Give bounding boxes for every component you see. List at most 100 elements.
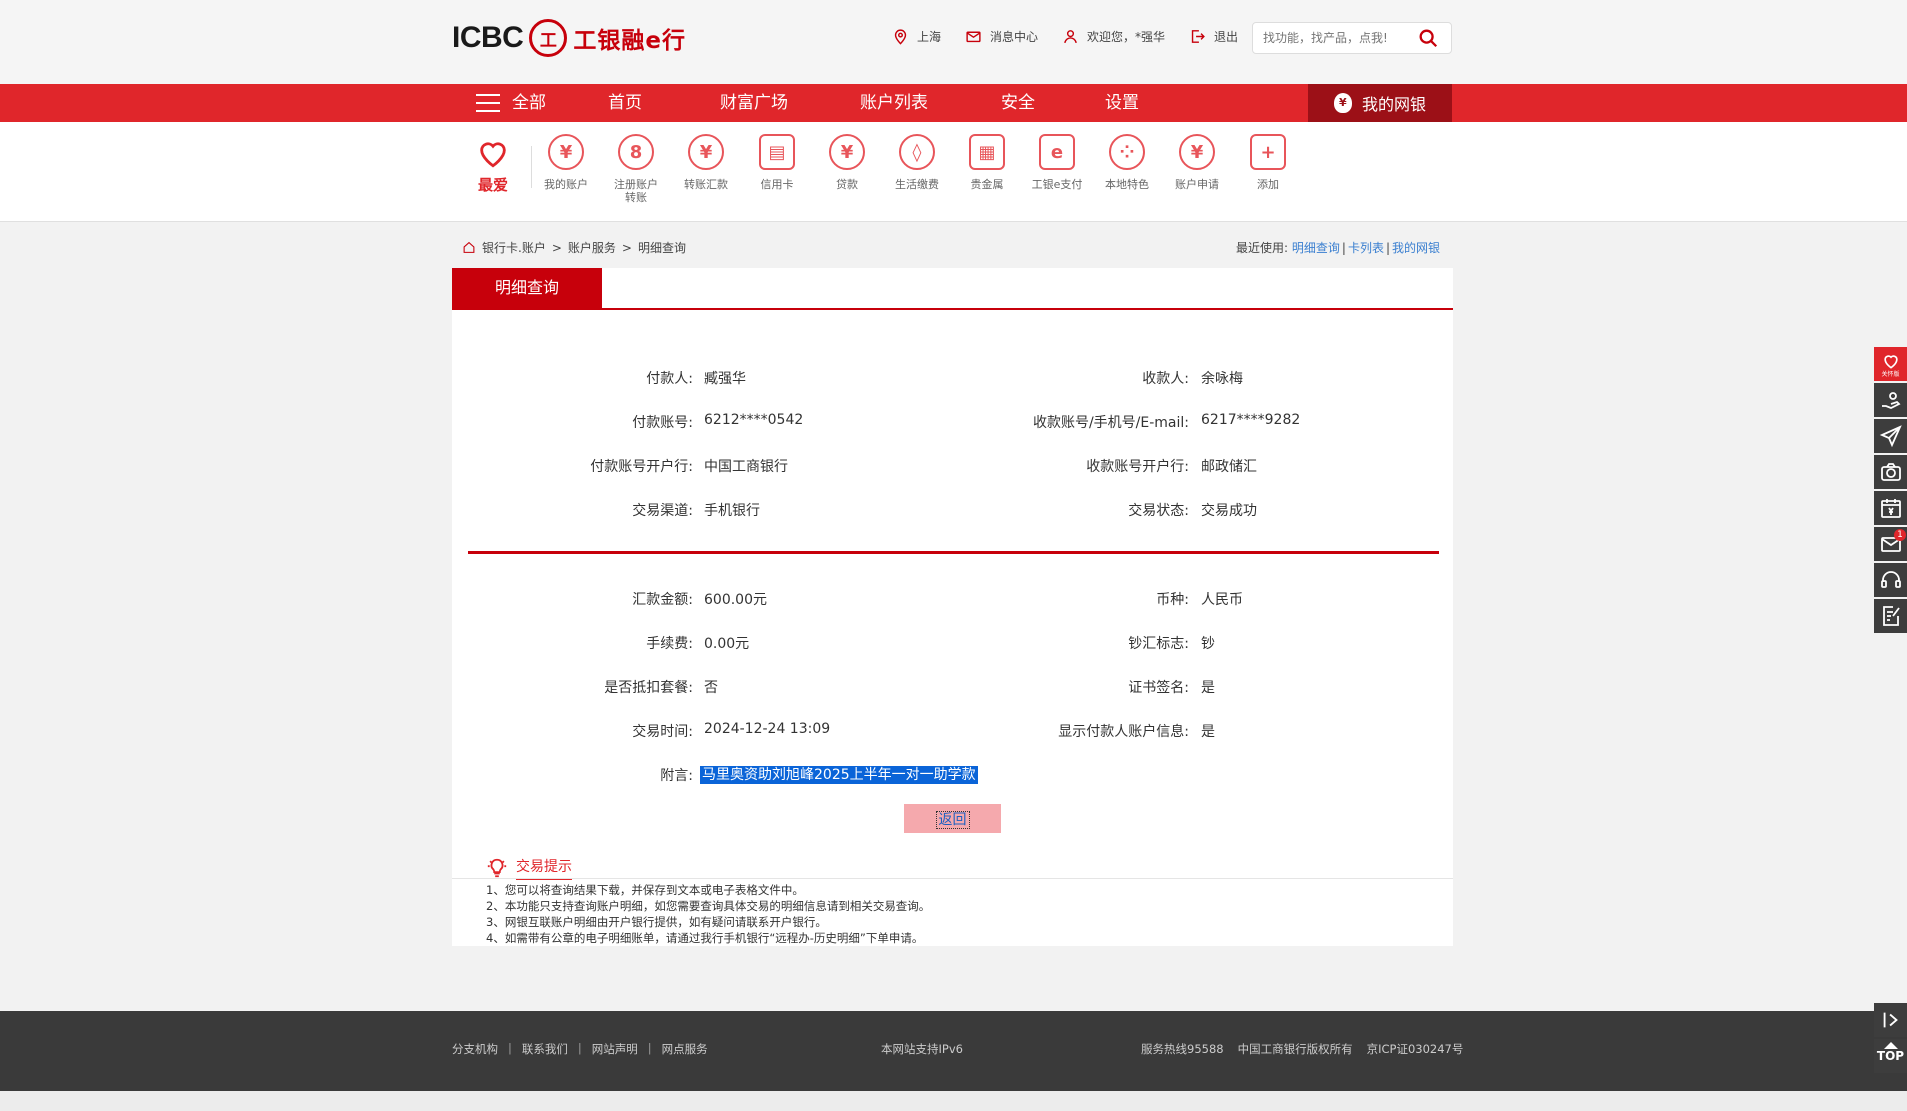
- message-count-badge: 1: [1894, 529, 1906, 541]
- nav-item-security[interactable]: 安全: [1001, 84, 1035, 122]
- nav-item-account-list[interactable]: 账户列表: [860, 84, 928, 122]
- sidebar-feedback-button[interactable]: [1874, 599, 1907, 633]
- field-label: 收款账号/手机号/E-mail:: [1032, 415, 1189, 431]
- bottom-strip: [0, 1091, 1907, 1111]
- footer-links: 分支机构 | 联系我们 | 网站声明 | 网点服务: [452, 1041, 708, 1057]
- my-netbank-label: 我的网银: [1362, 95, 1427, 114]
- money-bag-icon: ¥: [829, 134, 865, 170]
- edit-note-icon: [1882, 606, 1900, 626]
- memo-value-wrap: 马里奥资助刘旭峰2025上半年一对一助学款: [700, 764, 978, 784]
- nav-item-settings[interactable]: 设置: [1105, 84, 1139, 122]
- tip-item: 2、本功能只支持查询账户明细，如您需要查询具体交易的明细信息请到相关交易查询。: [486, 899, 931, 913]
- sidebar-hand-button[interactable]: [1874, 383, 1907, 417]
- field-label: 汇款金额:: [632, 592, 693, 608]
- recent-link-detail-query[interactable]: 明细查询: [1292, 241, 1340, 255]
- payee-bank-value: 邮政储汇: [1201, 459, 1257, 475]
- logo-text: ICBC: [452, 21, 524, 54]
- field-label: 交易时间:: [632, 724, 693, 740]
- quick-utility-payment[interactable]: ◊ 生活缴费: [883, 134, 951, 191]
- field-label: 证书签名:: [1128, 680, 1189, 696]
- back-button-label: 返回: [935, 810, 970, 829]
- care-mode-button[interactable]: 关怀版: [1874, 347, 1907, 381]
- footer-link-outlets[interactable]: 网点服务: [662, 1041, 708, 1057]
- nav-item-home[interactable]: 首页: [608, 84, 642, 122]
- tab-detail-query[interactable]: 明细查询: [452, 268, 602, 308]
- breadcrumb: 银行卡.账户 > 账户服务 > 明细查询: [462, 239, 686, 256]
- recent-link-my-netbank[interactable]: 我的网银: [1392, 241, 1440, 255]
- quick-local-features[interactable]: ⁘ 本地特色: [1093, 134, 1161, 191]
- transaction-time-value: 2024-12-24 13:09: [704, 721, 831, 737]
- quick-my-account[interactable]: ¥ 我的账户: [532, 134, 600, 191]
- sidebar-camera-button[interactable]: [1874, 455, 1907, 489]
- quick-transfer[interactable]: ¥ 转账汇款: [672, 134, 740, 191]
- quick-credit-card[interactable]: ▤ 信用卡: [743, 134, 811, 191]
- quick-label: 信用卡: [760, 178, 794, 191]
- my-netbank-button[interactable]: 我的网银: [1308, 84, 1452, 122]
- quick-loan[interactable]: ¥ 贷款: [813, 134, 881, 191]
- brand-name: 工银融e行: [573, 28, 686, 54]
- amount-value: 600.00元: [704, 592, 767, 608]
- footer-link-contact[interactable]: 联系我们: [522, 1041, 568, 1057]
- show-payer-value: 是: [1201, 724, 1215, 740]
- user-welcome[interactable]: 欢迎您，*强华: [1062, 28, 1165, 45]
- breadcrumb-current: 明细查询: [637, 241, 686, 255]
- message-center-link[interactable]: 消息中心: [965, 28, 1038, 45]
- recent-label: 最近使用:: [1236, 241, 1289, 255]
- field-label: 付款账号:: [632, 415, 693, 431]
- field-label: 付款人:: [646, 371, 693, 387]
- lightbulb-icon: [487, 858, 507, 878]
- field-label: 显示付款人账户信息:: [1058, 724, 1189, 740]
- search-icon[interactable]: [1417, 27, 1439, 49]
- nav-all-menu[interactable]: 全部: [476, 84, 546, 122]
- location-link[interactable]: 上海: [892, 28, 941, 45]
- footer-link-branches[interactable]: 分支机构: [452, 1041, 498, 1057]
- payer-value: 臧强华: [704, 371, 746, 387]
- field-label: 钞汇标志:: [1128, 636, 1189, 652]
- nav-item-wealth-plaza[interactable]: 财富广场: [720, 84, 788, 122]
- collapse-sidebar-button[interactable]: [1874, 1003, 1907, 1037]
- sidebar-send-button[interactable]: [1874, 419, 1907, 453]
- quick-precious-metal[interactable]: ▦ 贵金属: [953, 134, 1021, 191]
- footer: 分支机构 | 联系我们 | 网站声明 | 网点服务 本网站支持IPv6 服务热线…: [0, 1011, 1907, 1091]
- back-to-top-button[interactable]: TOP: [1874, 1039, 1907, 1073]
- quick-account-application[interactable]: ¥ 账户申请: [1163, 134, 1231, 191]
- favorites-love[interactable]: 最爱: [473, 136, 513, 195]
- field-label: 手续费:: [646, 636, 693, 652]
- field-label: 交易状态:: [1128, 503, 1189, 519]
- transfer-yen-icon: ¥: [688, 134, 724, 170]
- field-label: 是否抵扣套餐:: [604, 680, 693, 696]
- welcome-text: 欢迎您，*强华: [1087, 30, 1166, 44]
- quick-registered-transfer[interactable]: 8 注册账户 转账: [602, 134, 670, 204]
- logout-link[interactable]: 退出: [1189, 28, 1238, 45]
- channel-value: 手机银行: [704, 503, 760, 519]
- icbc-logo[interactable]: ICBC 工 工银融e行: [452, 18, 686, 58]
- search-input[interactable]: [1253, 31, 1413, 45]
- quick-label: 生活缴费: [895, 178, 939, 191]
- back-button[interactable]: 返回: [904, 804, 1001, 833]
- location-pin-icon: [894, 29, 907, 45]
- footer-copyright: 中国工商银行版权所有: [1237, 1042, 1353, 1056]
- tip-item: 1、您可以将查询结果下载，并保存到文本或电子表格文件中。: [486, 883, 804, 897]
- quick-add[interactable]: + 添加: [1234, 134, 1302, 191]
- quick-label: 本地特色: [1105, 178, 1149, 191]
- payer-bank-value: 中国工商银行: [704, 459, 788, 475]
- quick-e-pay[interactable]: e 工银e支付: [1023, 134, 1091, 191]
- quick-label: 我的账户: [544, 178, 588, 191]
- recent-link-card-list[interactable]: 卡列表: [1348, 241, 1384, 255]
- local-features-icon: ⁘: [1109, 134, 1145, 170]
- breadcrumb-item[interactable]: 银行卡.账户: [482, 239, 546, 256]
- section-divider: [468, 551, 1439, 554]
- breadcrumb-separator: >: [551, 240, 562, 255]
- collapse-arrow-icon: [1883, 1012, 1898, 1028]
- home-icon[interactable]: [462, 241, 476, 254]
- footer-hotline: 服务热线95588: [1141, 1042, 1224, 1056]
- sidebar-support-button[interactable]: [1874, 563, 1907, 597]
- breadcrumb-separator: >: [621, 240, 632, 255]
- paper-plane-icon: [1879, 425, 1902, 448]
- payer-account-value: 6212****0542: [704, 412, 804, 428]
- breadcrumb-item[interactable]: 账户服务: [568, 239, 616, 256]
- sidebar-messages-button[interactable]: 1: [1874, 527, 1907, 561]
- yen-application-icon: ¥: [1179, 134, 1215, 170]
- sidebar-calendar-button[interactable]: [1874, 491, 1907, 525]
- footer-link-statement[interactable]: 网站声明: [592, 1041, 638, 1057]
